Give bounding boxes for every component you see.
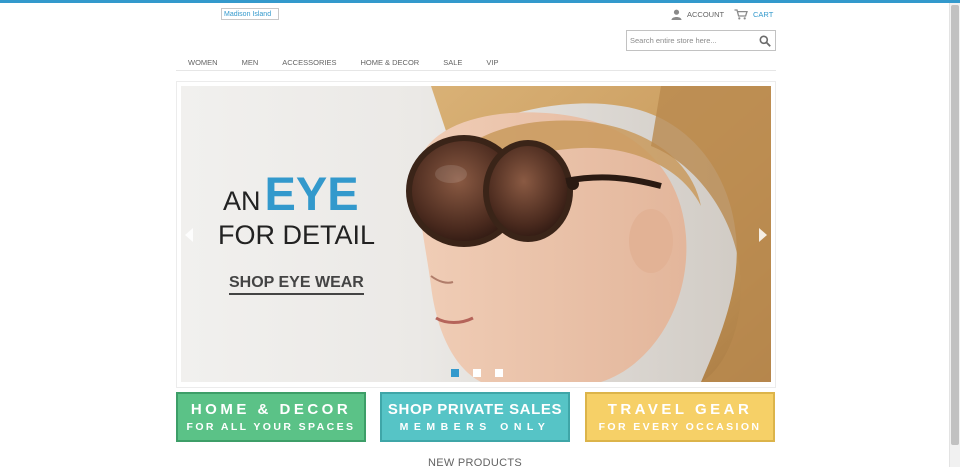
promo-private-sales[interactable]: SHOP PRIVATE SALES MEMBERS ONLY <box>380 392 570 442</box>
nav-item-vip[interactable]: VIP <box>474 56 510 70</box>
nav-item-home-decor[interactable]: HOME & DECOR <box>348 56 431 70</box>
promo-title: HOME & DECOR <box>190 401 352 418</box>
account-link[interactable]: ACCOUNT <box>671 8 724 20</box>
user-icon <box>671 9 682 20</box>
slider-dot-1[interactable] <box>451 369 459 377</box>
scrollbar-thumb[interactable] <box>951 5 959 445</box>
promo-travel-gear[interactable]: TRAVEL GEAR FOR EVERY OCCASION <box>585 392 775 442</box>
promo-home-decor[interactable]: HOME & DECOR FOR ALL YOUR SPACES <box>176 392 366 442</box>
slider-dot-2[interactable] <box>473 369 481 377</box>
slide-headline-line1: ANEYE <box>223 170 359 217</box>
account-label: ACCOUNT <box>687 9 725 19</box>
logo-alt-text: Madison Island <box>224 11 272 18</box>
nav-item-men[interactable]: MEN <box>230 56 271 70</box>
store-logo[interactable]: Madison Island <box>221 8 279 20</box>
hero-slide[interactable]: ANEYE FOR DETAIL SHOP EYE WEAR <box>181 86 771 382</box>
main-nav: WOMEN MEN ACCESSORIES HOME & DECOR SALE … <box>176 56 776 71</box>
cart-link[interactable]: CART <box>734 8 773 20</box>
slider-dot-3[interactable] <box>495 369 503 377</box>
promo-subtitle: FOR EVERY OCCASION <box>598 421 762 433</box>
page-scrollbar[interactable] <box>949 3 960 467</box>
search-box <box>626 30 776 51</box>
top-accent-bar <box>0 0 960 3</box>
shop-eyewear-button[interactable]: SHOP EYE WEAR <box>229 274 364 295</box>
cart-icon <box>734 8 748 19</box>
promo-title: SHOP PRIVATE SALES <box>387 401 563 418</box>
promo-subtitle: FOR ALL YOUR SPACES <box>186 421 356 433</box>
cart-label: CART <box>753 9 774 19</box>
slider-next-arrow[interactable] <box>759 228 767 242</box>
promo-subtitle: MEMBERS ONLY <box>399 421 551 433</box>
slider-prev-arrow[interactable] <box>185 228 193 242</box>
nav-item-women[interactable]: WOMEN <box>176 56 230 70</box>
search-icon[interactable] <box>759 35 771 47</box>
nav-item-accessories[interactable]: ACCESSORIES <box>270 56 348 70</box>
nav-item-sale[interactable]: SALE <box>431 56 474 70</box>
slider-pagination <box>451 369 503 377</box>
slide-headline-line2: FOR DETAIL <box>218 220 376 250</box>
headline-prefix: AN <box>223 186 261 216</box>
headline-accent: EYE <box>264 167 359 220</box>
new-products-heading: NEW PRODUCTS <box>427 457 523 469</box>
search-input[interactable] <box>630 32 758 49</box>
promo-title: TRAVEL GEAR <box>607 401 753 418</box>
